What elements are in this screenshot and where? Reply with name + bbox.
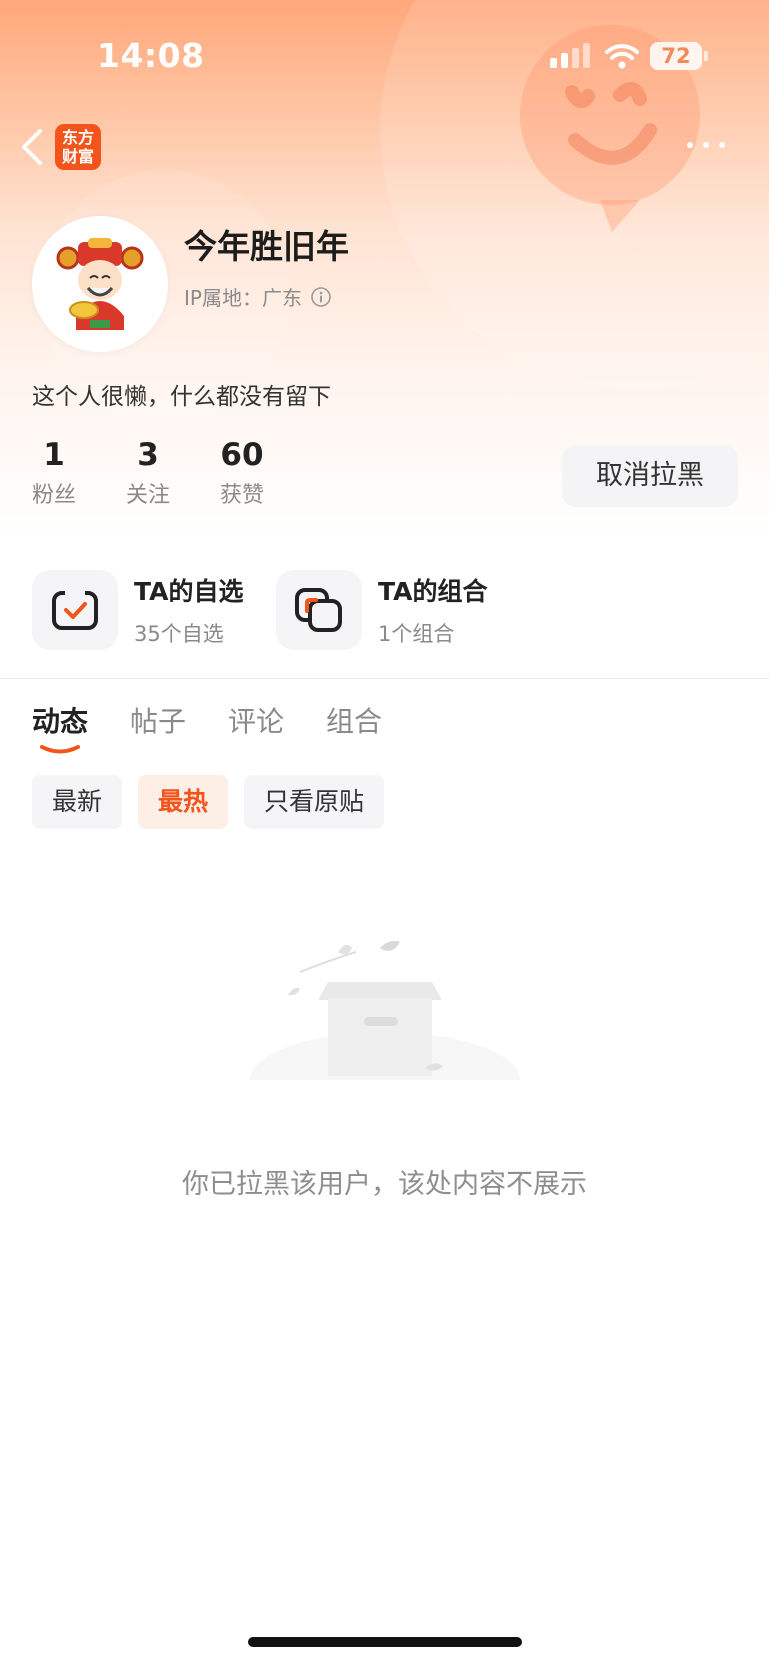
- app-logo[interactable]: 东方 财富: [55, 124, 101, 170]
- tab-posts[interactable]: 帖子: [130, 700, 186, 740]
- signal-wifi-icons: [550, 43, 639, 69]
- tab-label: 帖子: [130, 705, 187, 738]
- portfolio-title: TA的组合: [378, 577, 488, 606]
- blocked-empty-message: 你已拉黑该用户，该处内容不展示: [182, 1169, 587, 1200]
- more-options-icon[interactable]: [684, 134, 728, 156]
- active-tab-indicator: [40, 745, 80, 754]
- battery-indicator: 72: [650, 42, 702, 70]
- tab-label: 评论: [228, 705, 285, 738]
- portfolio-icon: [295, 588, 342, 632]
- wifi-icon: [605, 44, 639, 69]
- portfolio-entry[interactable]: TA的组合 1个组合: [276, 570, 487, 650]
- tab-label: 动态: [32, 705, 89, 738]
- back-button[interactable]: [14, 125, 50, 169]
- ip-location-text: IP属地：广东: [184, 286, 302, 310]
- tab-comments[interactable]: 评论: [228, 700, 284, 740]
- filter-latest[interactable]: 最新: [32, 775, 123, 829]
- stat-value: 60: [220, 437, 264, 473]
- bio-text: 这个人很懒，什么都没有留下: [32, 384, 331, 410]
- username: 今年胜旧年: [184, 227, 349, 266]
- watchlist-icon-box: [32, 570, 118, 650]
- god-of-wealth-avatar-icon: [32, 216, 168, 352]
- tab-label: 组合: [326, 705, 383, 738]
- watchlist-entry[interactable]: TA的自选 35个自选: [32, 570, 243, 650]
- stat-label: 关注: [125, 483, 170, 508]
- portfolio-count: 1个组合: [378, 622, 455, 646]
- home-indicator[interactable]: [248, 1637, 522, 1647]
- ip-location: IP属地：广东: [184, 282, 332, 311]
- avatar[interactable]: [32, 216, 168, 352]
- tab-portfolios[interactable]: 组合: [326, 700, 382, 740]
- status-time: 14:08: [97, 36, 205, 75]
- stat-followers[interactable]: 1 粉丝: [14, 437, 94, 509]
- battery-tip: [704, 51, 708, 61]
- stat-label: 粉丝: [31, 483, 76, 508]
- app-logo-text: 东方: [61, 128, 94, 147]
- info-icon[interactable]: [310, 286, 332, 308]
- watchlist-count: 35个自选: [134, 622, 224, 646]
- unblock-button[interactable]: 取消拉黑: [562, 445, 738, 507]
- stat-likes[interactable]: 60 获赞: [202, 437, 282, 509]
- section-divider: [0, 678, 769, 679]
- stat-following[interactable]: 3 关注: [108, 437, 188, 509]
- filter-hottest[interactable]: 最热: [138, 775, 229, 829]
- portfolio-icon-box: [276, 570, 362, 650]
- content-tabs: 动态 帖子 评论 组合: [32, 700, 424, 754]
- filter-original-only[interactable]: 只看原贴: [244, 775, 385, 829]
- stat-value: 3: [137, 437, 159, 473]
- stat-value: 1: [43, 437, 65, 473]
- filter-chips: 最新 最热 只看原贴: [32, 775, 400, 829]
- checklist-icon: [52, 589, 98, 630]
- tab-activity[interactable]: 动态: [32, 700, 89, 754]
- empty-box-illustration-icon: [230, 940, 540, 1110]
- stat-label: 获赞: [219, 483, 264, 508]
- app-logo-text: 财富: [61, 147, 94, 166]
- watchlist-title: TA的自选: [134, 577, 244, 606]
- cellular-signal-icon: [550, 43, 590, 68]
